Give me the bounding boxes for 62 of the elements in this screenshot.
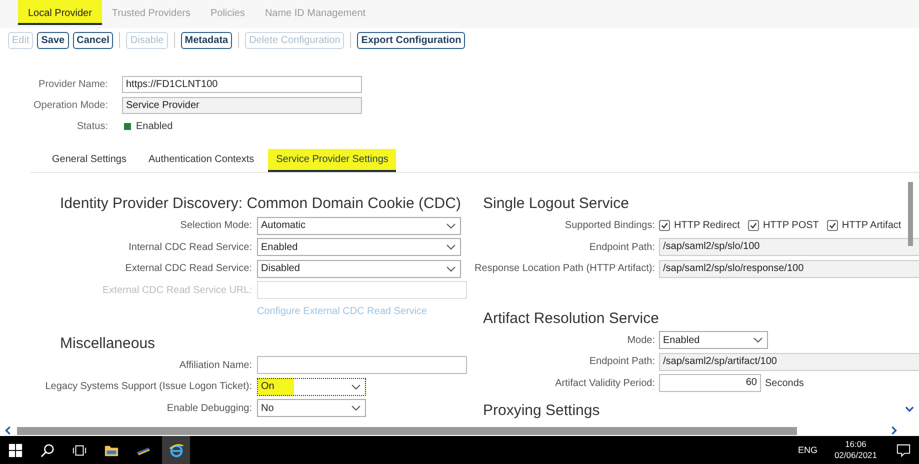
field-label: Provider Name: xyxy=(38,79,108,90)
vertical-scrollbar[interactable] xyxy=(908,182,913,246)
dropdown[interactable]: Enabled xyxy=(257,238,461,256)
section-title: Artifact Resolution Service xyxy=(482,308,659,328)
task-view-icon[interactable] xyxy=(72,442,87,458)
search-icon[interactable] xyxy=(40,442,55,458)
language-indicator[interactable]: ENG xyxy=(798,445,818,455)
field-label: Endpoint Path: xyxy=(588,356,655,368)
input-field[interactable]: /sap/saml2/sp/artifact/100 xyxy=(659,352,919,371)
scroll-right-icon[interactable] xyxy=(891,426,897,435)
dropdown[interactable]: Enabled xyxy=(659,331,768,350)
clock[interactable]: 16:06 02/06/2021 xyxy=(834,439,877,461)
field-label: Selection Mode: xyxy=(179,220,252,232)
toolbar-button[interactable]: Cancel xyxy=(72,32,114,48)
subtab[interactable]: Service Provider Settings xyxy=(268,149,396,172)
windows-start-icon[interactable] xyxy=(8,442,23,458)
notification-icon[interactable] xyxy=(896,442,911,458)
scroll-left-icon[interactable] xyxy=(5,426,11,435)
field-label: Endpoint Path: xyxy=(588,242,655,253)
tab[interactable]: Local Provider xyxy=(18,0,102,25)
field-label: External CDC Read Service: xyxy=(124,263,252,274)
checkbox-label: HTTP Redirect xyxy=(674,220,740,232)
field-label: Supported Bindings: xyxy=(564,220,655,232)
field-label: Legacy Systems Support (Issue Logon Ticket): xyxy=(44,381,252,392)
input-field[interactable]: /sap/saml2/sp/slo/100 xyxy=(659,238,919,256)
field-label: Internal CDC Read Service: xyxy=(128,242,252,253)
field-label: External CDC Read Service URL: xyxy=(102,284,252,296)
input-field[interactable]: /sap/saml2/sp/slo/response/100 xyxy=(659,260,919,278)
horizontal-scrollbar[interactable] xyxy=(17,426,797,434)
checkbox-label: HTTP POST xyxy=(762,220,819,232)
dropdown[interactable]: On xyxy=(257,378,366,396)
status-text: Enabled xyxy=(136,121,173,132)
checkbox[interactable] xyxy=(659,220,670,232)
field-label: Affiliation Name: xyxy=(178,360,252,371)
field-label: Response Location Path (HTTP Artifact): xyxy=(474,263,655,274)
section-title: Single Logout Service xyxy=(482,194,629,214)
field-label: Status: xyxy=(76,121,108,132)
field-label: Operation Mode: xyxy=(32,100,108,111)
input-field[interactable]: https://FD1CLNT100 xyxy=(122,76,362,93)
input-field[interactable]: 60 xyxy=(659,374,761,392)
checkbox[interactable] xyxy=(826,220,838,232)
toolbar-button[interactable]: Export Configuration xyxy=(357,32,466,48)
field-label: Mode: xyxy=(626,334,655,346)
field-label: Enable Debugging: xyxy=(166,402,252,414)
scroll-down-icon[interactable] xyxy=(905,406,914,412)
dropdown[interactable]: Automatic xyxy=(257,216,461,235)
input-field[interactable] xyxy=(257,356,467,374)
dropdown[interactable]: No xyxy=(257,399,366,418)
status-indicator xyxy=(124,123,131,130)
checkbox-label: HTTP Artifact xyxy=(842,220,902,232)
subtab[interactable]: General Settings xyxy=(44,149,134,172)
unit-label: Seconds xyxy=(765,378,804,389)
toolbar-button[interactable]: Save xyxy=(37,32,69,48)
checkbox[interactable] xyxy=(748,220,759,232)
section-title: Proxying Settings xyxy=(482,401,600,421)
section-title: Miscellaneous xyxy=(59,334,156,354)
toolbar-button[interactable]: Metadata xyxy=(180,32,232,48)
section-title: Identity Provider Discovery: Common Domain Cookie (CDC) xyxy=(59,194,461,214)
field-label: Artifact Validity Period: xyxy=(554,378,655,389)
browser-icon[interactable] xyxy=(168,442,184,458)
subtab[interactable]: Authentication Contexts xyxy=(140,149,262,172)
dropdown[interactable]: Disabled xyxy=(257,260,461,278)
